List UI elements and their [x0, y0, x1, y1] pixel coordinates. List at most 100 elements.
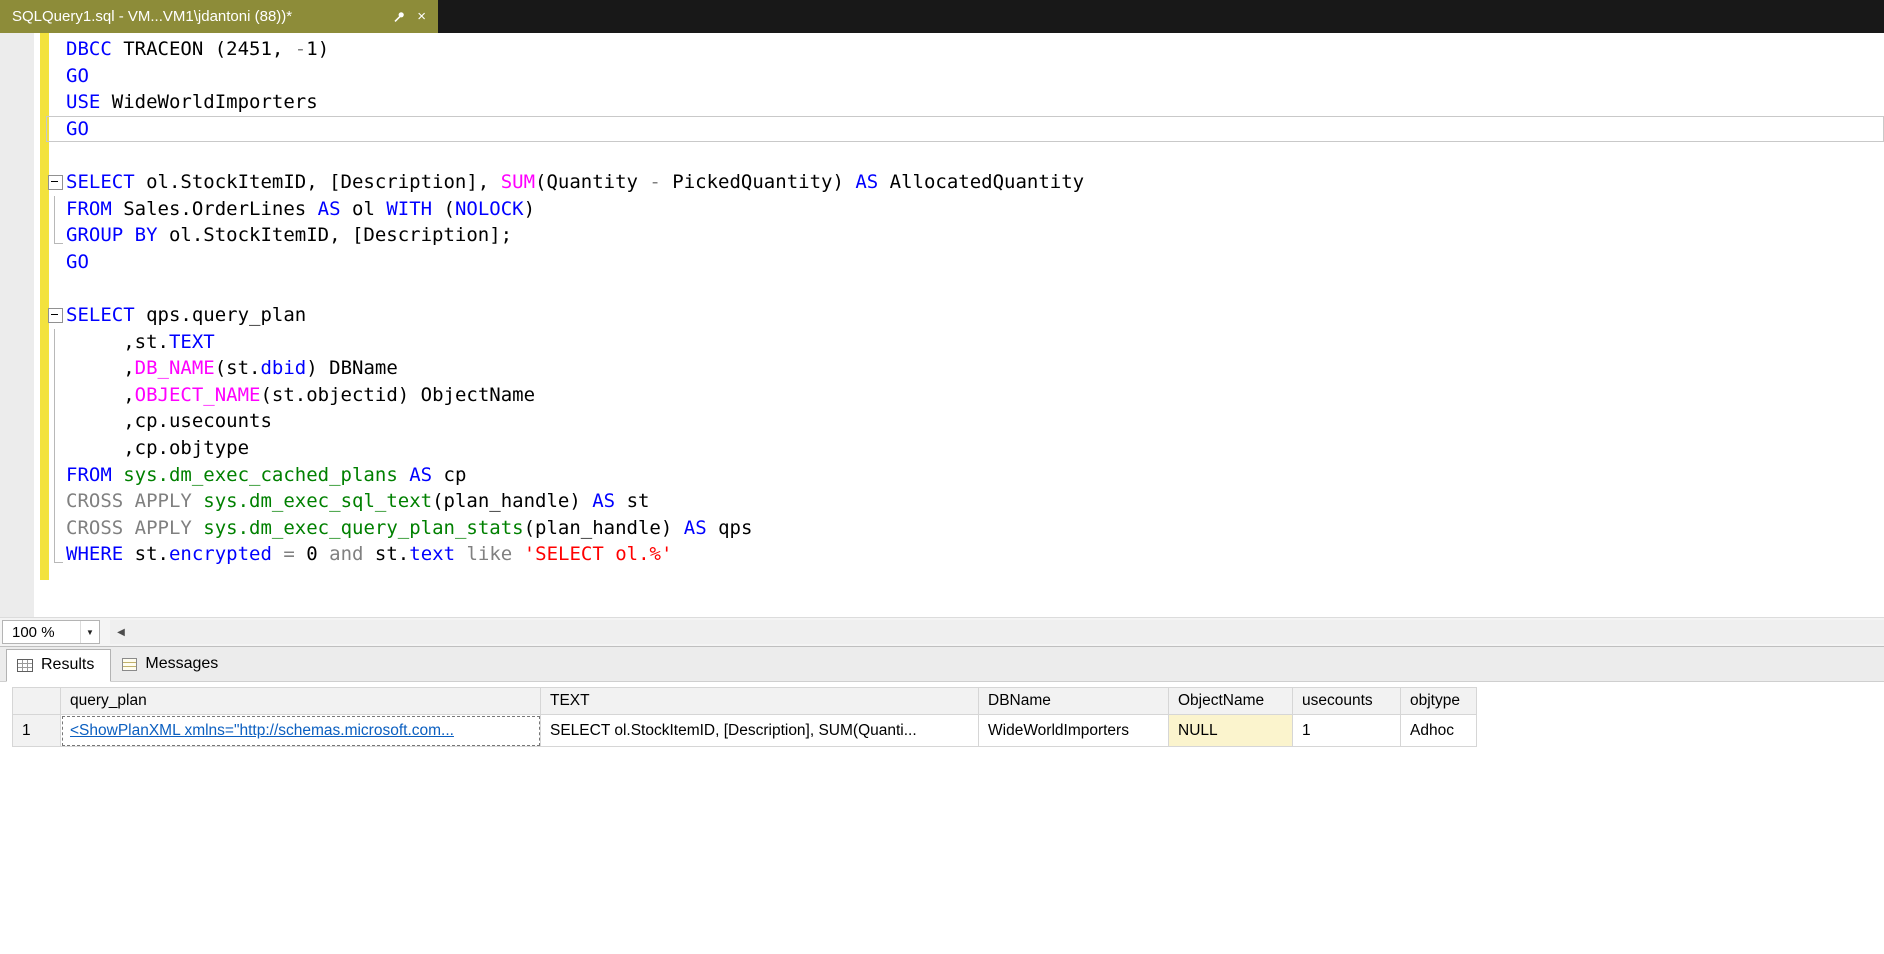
code-fold-collapse-button[interactable] [46, 169, 66, 196]
editor-bottom-bar: 100 % ▼ ◀ [0, 617, 1884, 646]
fold-gutter [46, 329, 66, 356]
fold-gutter [46, 36, 66, 63]
results-grid: query_planTEXTDBNameObjectNameusecountso… [12, 687, 1477, 747]
code-token: OBJECT_NAME [135, 384, 261, 406]
code-token: , [66, 357, 135, 379]
cell-text[interactable]: SELECT ol.StockItemID, [Description], SU… [541, 715, 979, 747]
results-pane: Results Messages query_planTEXTDBNameObje… [0, 646, 1884, 954]
code-line[interactable] [46, 275, 1884, 302]
fold-gutter [46, 515, 66, 542]
chevron-down-icon[interactable]: ▼ [80, 621, 99, 643]
code-line[interactable]: GO [46, 249, 1884, 276]
cell-objectname[interactable]: NULL [1169, 715, 1293, 747]
code-token: cp [432, 464, 466, 486]
code-token: like [466, 543, 512, 565]
code-line[interactable]: FROM sys.dm_exec_cached_plans AS cp [46, 462, 1884, 489]
column-header-query_plan[interactable]: query_plan [61, 688, 541, 715]
code-token: NOLOCK [455, 198, 524, 220]
code-token: ) [524, 198, 535, 220]
code-line[interactable] [46, 142, 1884, 169]
code-token: - [295, 38, 306, 60]
code-token: FROM [66, 464, 112, 486]
document-tab-title: SQLQuery1.sql - VM...VM1\jdantoni (88))* [12, 8, 383, 25]
fold-gutter [46, 382, 66, 409]
code-line[interactable]: ,cp.usecounts [46, 408, 1884, 435]
horizontal-scrollbar[interactable]: ◀ [110, 620, 1884, 644]
code-line[interactable]: SELECT qps.query_plan [46, 302, 1884, 329]
code-token: DBCC [66, 38, 112, 60]
code-token: (Quantity [535, 171, 649, 193]
fold-gutter [46, 249, 66, 276]
code-line[interactable]: USE WideWorldImporters [46, 89, 1884, 116]
cell-objtype[interactable]: Adhoc [1401, 715, 1477, 747]
grid-corner-cell[interactable] [13, 688, 61, 715]
table-row: 1<ShowPlanXML xmlns="http://schemas.micr… [13, 715, 1477, 747]
column-header-objectname[interactable]: ObjectName [1169, 688, 1293, 715]
code-token: SELECT [66, 171, 135, 193]
code-line[interactable]: GO [46, 63, 1884, 90]
tab-label: Messages [145, 655, 218, 673]
code-token: GO [66, 65, 89, 87]
code-line[interactable]: ,st.TEXT [46, 329, 1884, 356]
tab-results[interactable]: Results [6, 649, 111, 682]
code-token: ol.StockItemID, [Description]; [158, 224, 513, 246]
column-header-text[interactable]: TEXT [541, 688, 979, 715]
code-token [272, 543, 283, 565]
code-token [512, 543, 523, 565]
code-token: and [329, 543, 363, 565]
code-token: AS [592, 490, 615, 512]
zoom-level-value: 100 % [12, 624, 55, 641]
code-token: ol.StockItemID, [Description], [135, 171, 501, 193]
zoom-level-dropdown[interactable]: 100 % ▼ [2, 620, 100, 644]
fold-gutter [46, 462, 66, 489]
code-token: FROM [66, 198, 112, 220]
ssms-window: SQLQuery1.sql - VM...VM1\jdantoni (88))*… [0, 0, 1884, 954]
tab-label: Results [41, 656, 94, 674]
code-line[interactable]: SELECT ol.StockItemID, [Description], SU… [46, 169, 1884, 196]
code-line[interactable]: CROSS APPLY sys.dm_exec_sql_text(plan_ha… [46, 488, 1884, 515]
code-token: ,st. [66, 331, 169, 353]
document-tab-bar: SQLQuery1.sql - VM...VM1\jdantoni (88))*… [0, 0, 1884, 33]
code-token: AS [684, 517, 707, 539]
code-line[interactable]: ,cp.objtype [46, 435, 1884, 462]
sql-editor[interactable]: DBCC TRACEON (2451, -1)GOUSE WideWorldIm… [0, 33, 1884, 617]
results-grid-icon [17, 659, 33, 672]
code-line[interactable]: FROM Sales.OrderLines AS ol WITH (NOLOCK… [46, 196, 1884, 223]
pin-icon[interactable] [392, 10, 406, 24]
code-token: dbid [260, 357, 306, 379]
code-line[interactable]: ,OBJECT_NAME(st.objectid) ObjectName [46, 382, 1884, 409]
scroll-left-button[interactable]: ◀ [110, 620, 132, 644]
code-area[interactable]: DBCC TRACEON (2451, -1)GOUSE WideWorldIm… [46, 36, 1884, 568]
row-header[interactable]: 1 [13, 715, 61, 747]
code-line[interactable]: DBCC TRACEON (2451, -1) [46, 36, 1884, 63]
code-token: SELECT [66, 304, 135, 326]
code-line[interactable]: GO [46, 116, 1884, 143]
code-token: (st.objectid) ObjectName [260, 384, 535, 406]
code-fold-collapse-button[interactable] [46, 302, 66, 329]
code-token [192, 490, 203, 512]
tab-messages[interactable]: Messages [111, 648, 235, 681]
code-token: sys.dm_exec_cached_plans [123, 464, 398, 486]
code-token: WITH [386, 198, 432, 220]
code-line[interactable]: WHERE st.encrypted = 0 and st.text like … [46, 541, 1884, 568]
document-tab[interactable]: SQLQuery1.sql - VM...VM1\jdantoni (88))*… [0, 0, 438, 33]
cell-query_plan[interactable]: <ShowPlanXML xmlns="http://schemas.micro… [61, 715, 541, 747]
column-header-objtype[interactable]: objtype [1401, 688, 1477, 715]
code-token: GO [66, 118, 89, 140]
code-token: TEXT [169, 331, 215, 353]
editor-indicator-margin[interactable] [0, 33, 34, 617]
cell-usecounts[interactable]: 1 [1293, 715, 1401, 747]
code-token [192, 517, 203, 539]
close-icon[interactable]: × [415, 9, 428, 24]
horizontal-scrollbar-track[interactable] [132, 620, 1884, 644]
column-header-dbname[interactable]: DBName [979, 688, 1169, 715]
code-line[interactable]: ,DB_NAME(st.dbid) DBName [46, 355, 1884, 382]
code-token: AllocatedQuantity [878, 171, 1084, 193]
code-line[interactable]: CROSS APPLY sys.dm_exec_query_plan_stats… [46, 515, 1884, 542]
column-header-usecounts[interactable]: usecounts [1293, 688, 1401, 715]
fold-gutter [46, 142, 66, 169]
code-line[interactable]: GROUP BY ol.StockItemID, [Description]; [46, 222, 1884, 249]
code-token: sys.dm_exec_sql_text [203, 490, 432, 512]
cell-dbname[interactable]: WideWorldImporters [979, 715, 1169, 747]
code-token: USE [66, 91, 100, 113]
